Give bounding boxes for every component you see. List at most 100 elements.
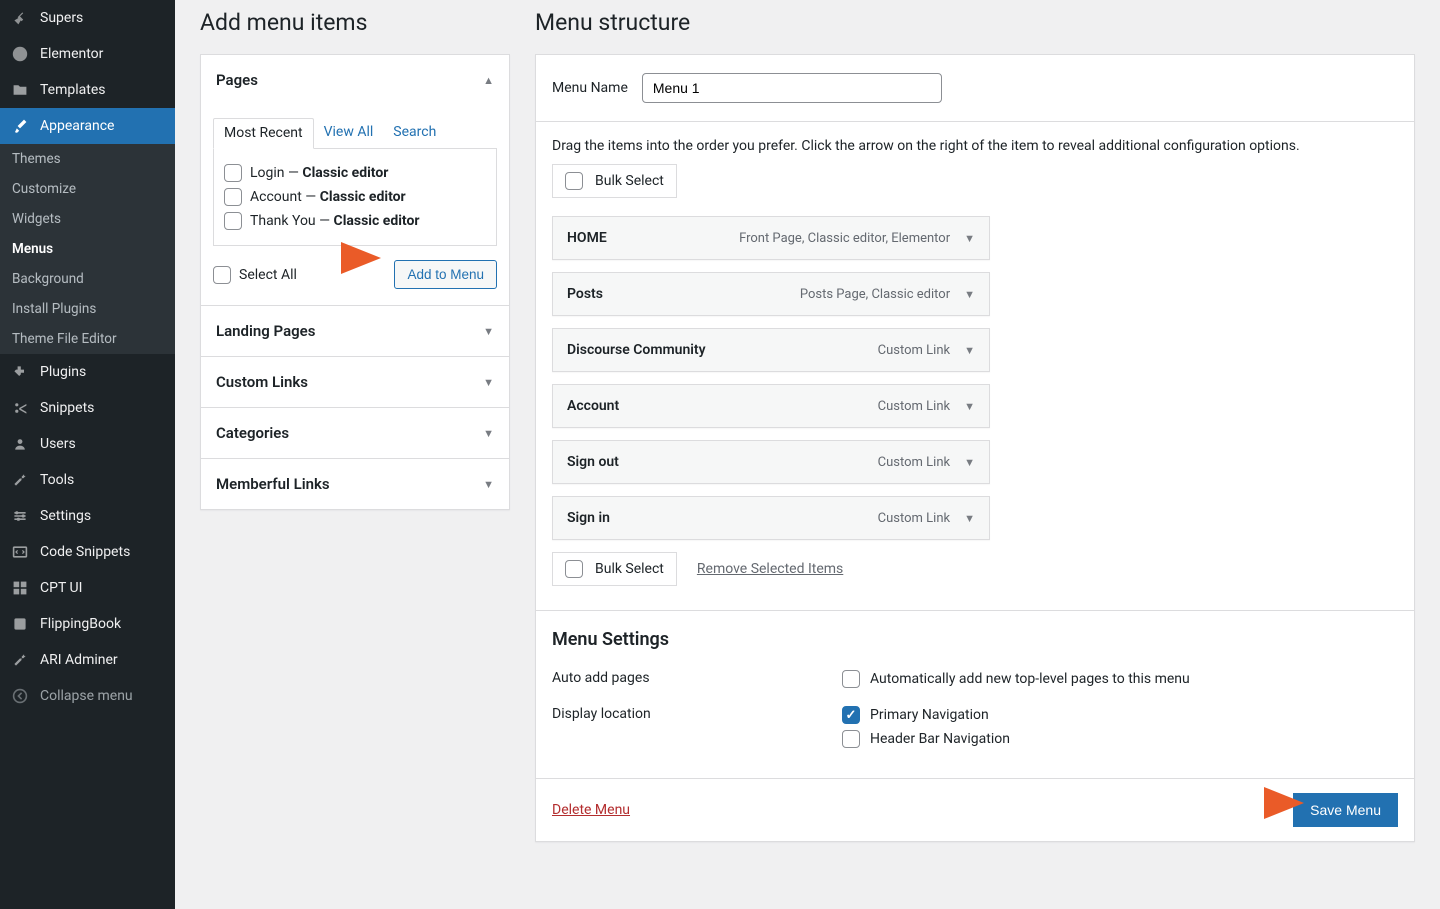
- add-items-accordion: Pages ▲ Most Recent View All Search Logi…: [200, 54, 510, 510]
- save-menu-button[interactable]: Save Menu: [1293, 793, 1398, 827]
- elementor-icon: [10, 44, 30, 64]
- sidebar-item-appearance[interactable]: Appearance: [0, 108, 175, 144]
- sidebar-item-label: ARI Adminer: [40, 652, 118, 668]
- sidebar-item-tools[interactable]: Tools: [0, 462, 175, 498]
- caret-down-icon[interactable]: ▼: [964, 456, 975, 469]
- grid-icon: [10, 578, 30, 598]
- bulk-select-top[interactable]: Bulk Select: [552, 164, 677, 198]
- accordion-pages[interactable]: Pages ▲: [201, 55, 509, 105]
- collapse-icon: [10, 686, 30, 706]
- checkbox[interactable]: [224, 188, 242, 206]
- display-location-label: Display location: [552, 706, 842, 754]
- checkbox[interactable]: [842, 670, 860, 688]
- tab-search[interactable]: Search: [383, 118, 446, 149]
- accordion-title: Categories: [216, 424, 289, 442]
- caret-down-icon[interactable]: ▼: [964, 344, 975, 357]
- location-header-bar[interactable]: Header Bar Navigation: [842, 730, 1398, 748]
- checkbox[interactable]: [213, 266, 231, 284]
- submenu-install-plugins[interactable]: Install Plugins: [0, 294, 175, 324]
- location-primary[interactable]: Primary Navigation: [842, 706, 1398, 724]
- caret-down-icon: ▼: [483, 427, 494, 440]
- caret-down-icon[interactable]: ▼: [964, 232, 975, 245]
- submenu-widgets[interactable]: Widgets: [0, 204, 175, 234]
- sidebar-item-cpt-ui[interactable]: CPT UI: [0, 570, 175, 606]
- sidebar-item-snippets[interactable]: Snippets: [0, 390, 175, 426]
- accordion-categories[interactable]: Categories ▼: [201, 407, 509, 458]
- folder-icon: [10, 80, 30, 100]
- menu-name-label: Menu Name: [552, 80, 628, 96]
- submenu-customize[interactable]: Customize: [0, 174, 175, 204]
- pin-icon: [10, 8, 30, 28]
- scissors-icon: [10, 398, 30, 418]
- pages-tabs: Most Recent View All Search: [213, 117, 497, 149]
- add-to-menu-button[interactable]: Add to Menu: [394, 260, 497, 289]
- menu-item-discourse[interactable]: Discourse Community Custom Link▼: [552, 328, 990, 372]
- page-item-account[interactable]: Account — Classic editor: [224, 185, 486, 209]
- checkbox[interactable]: [842, 706, 860, 724]
- caret-down-icon[interactable]: ▼: [964, 288, 975, 301]
- pages-panel: Most Recent View All Search Login — Clas…: [201, 105, 509, 305]
- menu-item-sign-in[interactable]: Sign in Custom Link▼: [552, 496, 990, 540]
- tab-most-recent[interactable]: Most Recent: [213, 118, 314, 149]
- accordion-custom-links[interactable]: Custom Links ▼: [201, 356, 509, 407]
- submenu-menus[interactable]: Menus: [0, 234, 175, 264]
- sidebar-item-label: Collapse menu: [40, 688, 133, 704]
- sidebar-item-supers[interactable]: Supers: [0, 0, 175, 36]
- remove-selected-link: Remove Selected Items: [697, 561, 843, 577]
- checkbox[interactable]: [565, 560, 583, 578]
- caret-down-icon: ▼: [483, 478, 494, 491]
- accordion-landing-pages[interactable]: Landing Pages ▼: [201, 305, 509, 356]
- sidebar-item-templates[interactable]: Templates: [0, 72, 175, 108]
- sidebar-item-flippingbook[interactable]: FlippingBook: [0, 606, 175, 642]
- tab-view-all[interactable]: View All: [314, 118, 384, 149]
- menu-items-list: HOME Front Page, Classic editor, Element…: [536, 216, 1006, 540]
- sidebar-item-ari-adminer[interactable]: ARI Adminer: [0, 642, 175, 678]
- checkbox[interactable]: [224, 164, 242, 182]
- accordion-memberful-links[interactable]: Memberful Links ▼: [201, 458, 509, 509]
- sidebar-item-label: Settings: [40, 508, 91, 524]
- sidebar-item-label: Code Snippets: [40, 544, 130, 560]
- select-all[interactable]: Select All: [213, 263, 297, 287]
- sidebar-collapse[interactable]: Collapse menu: [0, 678, 175, 714]
- wrench-icon: [10, 470, 30, 490]
- sidebar-item-users[interactable]: Users: [0, 426, 175, 462]
- menu-item-account[interactable]: Account Custom Link▼: [552, 384, 990, 428]
- menu-item-posts[interactable]: Posts Posts Page, Classic editor▼: [552, 272, 990, 316]
- bulk-select-bottom[interactable]: Bulk Select: [552, 552, 677, 586]
- caret-down-icon[interactable]: ▼: [964, 512, 975, 525]
- accordion-title: Landing Pages: [216, 322, 315, 340]
- sidebar-item-settings[interactable]: Settings: [0, 498, 175, 534]
- pages-checklist: Login — Classic editor Account — Classic…: [213, 149, 497, 246]
- menu-settings: Menu Settings Auto add pages Automatical…: [536, 611, 1414, 778]
- sidebar-item-label: Supers: [40, 10, 83, 26]
- caret-down-icon[interactable]: ▼: [964, 400, 975, 413]
- menu-instructions: Drag the items into the order you prefer…: [536, 122, 1414, 164]
- page-item-thank-you[interactable]: Thank You — Classic editor: [224, 209, 486, 233]
- checkbox[interactable]: [842, 730, 860, 748]
- checkbox[interactable]: [565, 172, 583, 190]
- appearance-submenu: Themes Customize Widgets Menus Backgroun…: [0, 144, 175, 354]
- menu-name-input[interactable]: [642, 73, 942, 103]
- sidebar-item-label: Templates: [40, 82, 106, 98]
- menu-item-sign-out[interactable]: Sign out Custom Link▼: [552, 440, 990, 484]
- delete-menu-link[interactable]: Delete Menu: [552, 802, 630, 818]
- auto-add-option[interactable]: Automatically add new top-level pages to…: [842, 670, 1398, 688]
- menu-item-home[interactable]: HOME Front Page, Classic editor, Element…: [552, 216, 990, 260]
- page-item-login[interactable]: Login — Classic editor: [224, 161, 486, 185]
- menu-settings-heading: Menu Settings: [552, 629, 1398, 650]
- sidebar-item-elementor[interactable]: Elementor: [0, 36, 175, 72]
- sidebar-item-code-snippets[interactable]: Code Snippets: [0, 534, 175, 570]
- accordion-title: Pages: [216, 71, 258, 89]
- submenu-theme-file-editor[interactable]: Theme File Editor: [0, 324, 175, 354]
- accordion-title: Custom Links: [216, 373, 308, 391]
- sidebar-item-label: FlippingBook: [40, 616, 121, 632]
- admin-sidebar: Supers Elementor Templates Appearance Th…: [0, 0, 175, 909]
- sidebar-item-label: Elementor: [40, 46, 103, 62]
- auto-add-label: Auto add pages: [552, 670, 842, 694]
- sidebar-item-plugins[interactable]: Plugins: [0, 354, 175, 390]
- submenu-background[interactable]: Background: [0, 264, 175, 294]
- checkbox[interactable]: [224, 212, 242, 230]
- sidebar-item-label: Tools: [40, 472, 74, 488]
- submenu-themes[interactable]: Themes: [0, 144, 175, 174]
- book-icon: [10, 614, 30, 634]
